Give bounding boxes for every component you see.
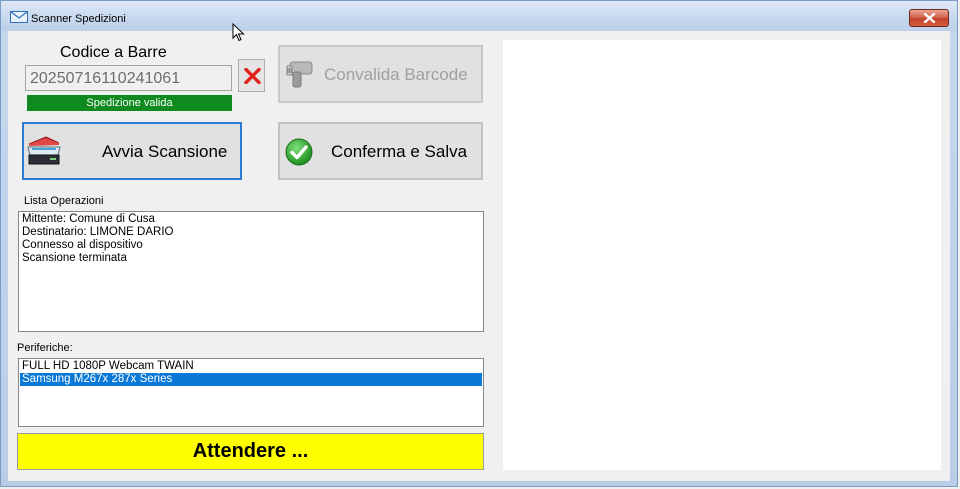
barcode-scanner-icon — [286, 61, 313, 88]
green-check-icon — [285, 138, 313, 166]
mail-envelope-icon — [10, 11, 28, 23]
client-area: Codice a Barre 20250716110241061 Spedizi… — [8, 31, 950, 481]
status-badge: Spedizione valida — [27, 95, 232, 111]
confirm-save-button[interactable]: Conferma e Salva — [278, 122, 483, 180]
validate-barcode-button[interactable]: Convalida Barcode — [278, 45, 483, 103]
validate-button-label: Convalida Barcode — [324, 65, 468, 84]
start-scan-button[interactable]: Avvia Scansione — [22, 122, 242, 180]
flatbed-scanner-icon — [27, 136, 61, 165]
operations-list[interactable]: Mittente: Comune di Cusa Destinatario: L… — [18, 211, 484, 332]
title-bar[interactable]: Scanner Spedizioni — [1, 1, 957, 31]
barcode-input[interactable]: 20250716110241061 — [25, 65, 232, 91]
device-item[interactable]: FULL HD 1080P Webcam TWAIN — [20, 360, 482, 373]
red-x-icon — [244, 68, 261, 84]
clear-barcode-button[interactable] — [238, 59, 265, 92]
window-title: Scanner Spedizioni — [31, 13, 126, 25]
barcode-label: Codice a Barre — [60, 44, 167, 61]
app-window: Scanner Spedizioni Codice a Barre 202507… — [0, 0, 958, 487]
devices-label: Periferiche: — [17, 342, 73, 354]
confirm-button-label: Conferma e Salva — [331, 142, 468, 161]
close-icon — [923, 13, 936, 23]
operation-line: Scansione terminata — [22, 252, 127, 264]
close-button[interactable] — [909, 9, 949, 27]
operations-label: Lista Operazioni — [24, 195, 104, 207]
device-item-selected[interactable]: Samsung M267x 287x Series — [20, 373, 482, 386]
devices-list[interactable]: FULL HD 1080P Webcam TWAIN Samsung M267x… — [18, 358, 484, 427]
mouse-cursor-icon — [232, 23, 245, 42]
scan-button-label: Avvia Scansione — [102, 142, 228, 161]
wait-status-bar: Attendere ... — [17, 433, 484, 470]
operation-line: Mittente: Comune di Cusa — [22, 213, 155, 225]
operation-line: Destinatario: LIMONE DARIO — [22, 226, 174, 238]
operation-line: Connesso al dispositivo — [22, 239, 143, 251]
scan-preview-panel — [503, 40, 941, 470]
